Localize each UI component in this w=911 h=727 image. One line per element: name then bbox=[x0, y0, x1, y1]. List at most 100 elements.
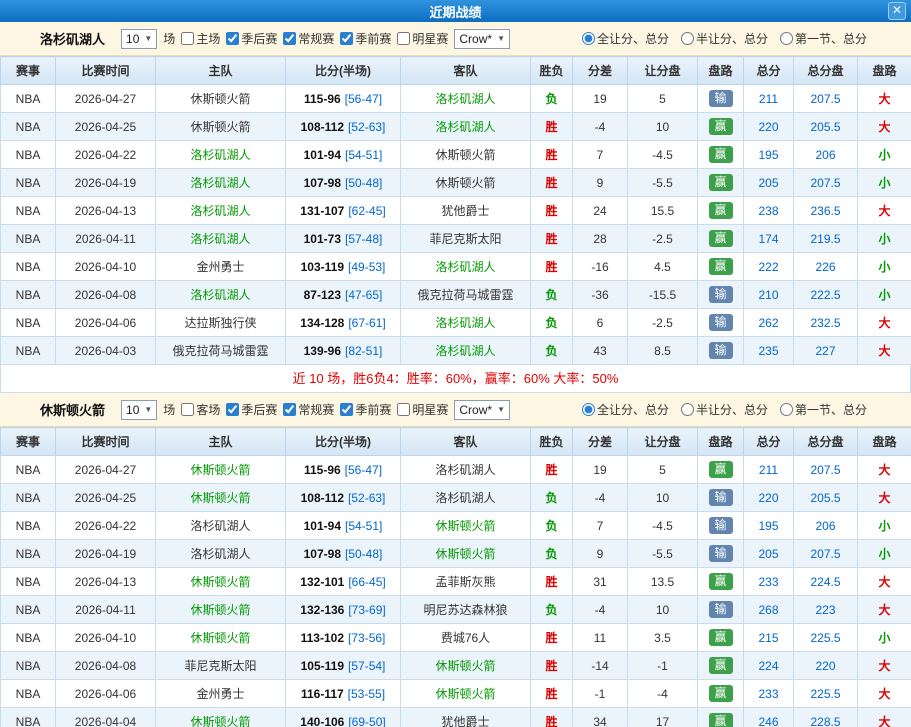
away-team-cell: 费城76人 bbox=[401, 624, 531, 652]
filter-checkbox[interactable]: 季前赛 bbox=[340, 30, 391, 47]
handicap-line-cell: 3.5 bbox=[628, 624, 698, 652]
win-lose-cell: 负 bbox=[531, 309, 573, 337]
column-header: 赛事 bbox=[1, 428, 56, 456]
table-row: NBA2026-04-22洛杉矶湖人101-94[54-51]休斯顿火箭负7-4… bbox=[1, 512, 911, 540]
filter-checkbox[interactable]: 客场 bbox=[181, 401, 220, 418]
odds-type-radio[interactable]: 第一节、总分 bbox=[780, 30, 867, 47]
column-header: 主队 bbox=[156, 57, 286, 85]
total-line-cell: 223 bbox=[794, 596, 858, 624]
handicap-result-cell: 赢 bbox=[698, 568, 744, 596]
away-team-cell: 洛杉矶湖人 bbox=[401, 484, 531, 512]
filter-checkbox[interactable]: 明星赛 bbox=[397, 401, 448, 418]
handicap-result-badge: 输 bbox=[709, 286, 733, 303]
league-cell: NBA bbox=[1, 169, 56, 197]
date-cell: 2026-04-03 bbox=[56, 337, 156, 365]
view-mode-select[interactable]: Crow*▼ bbox=[454, 400, 510, 420]
handicap-result-cell: 赢 bbox=[698, 652, 744, 680]
games-count-select[interactable]: 10▼ bbox=[121, 29, 157, 49]
filter-checkbox[interactable]: 主场 bbox=[181, 30, 220, 47]
league-cell: NBA bbox=[1, 225, 56, 253]
date-cell: 2026-04-19 bbox=[56, 169, 156, 197]
checkbox-input[interactable] bbox=[340, 32, 353, 45]
checkbox-input[interactable] bbox=[226, 403, 239, 416]
checkbox-input[interactable] bbox=[181, 32, 194, 45]
handicap-line-cell: -4 bbox=[628, 680, 698, 708]
away-team-cell: 休斯顿火箭 bbox=[401, 512, 531, 540]
odds-type-radio[interactable]: 半让分、总分 bbox=[681, 30, 768, 47]
score-cell: 140-106[69-50] bbox=[286, 708, 401, 727]
radio-input[interactable] bbox=[582, 403, 595, 416]
full-score: 115-96 bbox=[304, 463, 341, 477]
total-points-cell: 268 bbox=[744, 596, 794, 624]
column-header: 客队 bbox=[401, 428, 531, 456]
half-score: [57-54] bbox=[348, 659, 385, 673]
home-team-cell: 洛杉矶湖人 bbox=[156, 512, 286, 540]
radio-input[interactable] bbox=[780, 32, 793, 45]
filter-bar: 休斯顿火箭10▼场客场季后赛常规赛季前赛明星赛Crow*▼全让分、总分半让分、总… bbox=[0, 393, 911, 427]
checkbox-label: 明星赛 bbox=[412, 401, 448, 418]
column-header: 盘路 bbox=[698, 428, 744, 456]
total-points-cell: 224 bbox=[744, 652, 794, 680]
filter-checkbox[interactable]: 常规赛 bbox=[283, 401, 334, 418]
handicap-line-cell: 10 bbox=[628, 484, 698, 512]
filter-checkbox[interactable]: 常规赛 bbox=[283, 30, 334, 47]
table-row: NBA2026-04-25休斯顿火箭108-112[52-63]洛杉矶湖人胜-4… bbox=[1, 113, 911, 141]
odds-type-radio[interactable]: 半让分、总分 bbox=[681, 401, 768, 418]
win-lose-cell: 负 bbox=[531, 281, 573, 309]
filter-checkbox[interactable]: 季后赛 bbox=[226, 30, 277, 47]
handicap-result-badge: 赢 bbox=[709, 713, 733, 727]
league-cell: NBA bbox=[1, 85, 56, 113]
total-points-cell: 262 bbox=[744, 309, 794, 337]
home-team-cell: 达拉斯独行侠 bbox=[156, 309, 286, 337]
radio-label: 半让分、总分 bbox=[696, 401, 768, 418]
score-cell: 113-102[73-56] bbox=[286, 624, 401, 652]
radio-input[interactable] bbox=[780, 403, 793, 416]
score-cell: 108-112[52-63] bbox=[286, 484, 401, 512]
radio-input[interactable] bbox=[681, 32, 694, 45]
chevron-down-icon: ▼ bbox=[497, 405, 505, 414]
filter-checkbox[interactable]: 季前赛 bbox=[340, 401, 391, 418]
date-cell: 2026-04-11 bbox=[56, 225, 156, 253]
games-count-value: 10 bbox=[126, 403, 139, 417]
filter-checkbox[interactable]: 季后赛 bbox=[226, 401, 277, 418]
point-diff-cell: 19 bbox=[573, 85, 628, 113]
odds-type-radio[interactable]: 第一节、总分 bbox=[780, 401, 867, 418]
checkbox-input[interactable] bbox=[226, 32, 239, 45]
over-under-cell: 大 bbox=[858, 85, 911, 113]
close-icon[interactable]: ✕ bbox=[888, 2, 906, 20]
chevron-down-icon: ▼ bbox=[144, 34, 152, 43]
score-cell: 107-98[50-48] bbox=[286, 540, 401, 568]
games-unit-label: 场 bbox=[163, 401, 175, 418]
radio-input[interactable] bbox=[582, 32, 595, 45]
view-mode-select[interactable]: Crow*▼ bbox=[454, 29, 510, 49]
point-diff-cell: 9 bbox=[573, 540, 628, 568]
checkbox-input[interactable] bbox=[283, 32, 296, 45]
total-points-cell: 205 bbox=[744, 169, 794, 197]
half-score: [73-56] bbox=[348, 631, 385, 645]
odds-type-radio[interactable]: 全让分、总分 bbox=[582, 401, 669, 418]
handicap-line-cell: -1 bbox=[628, 652, 698, 680]
total-line-cell: 227 bbox=[794, 337, 858, 365]
checkbox-input[interactable] bbox=[397, 32, 410, 45]
table-row: NBA2026-04-13休斯顿火箭132-101[66-45]孟菲斯灰熊胜31… bbox=[1, 568, 911, 596]
odds-type-radio[interactable]: 全让分、总分 bbox=[582, 30, 669, 47]
table-row: NBA2026-04-11洛杉矶湖人101-73[57-48]菲尼克斯太阳胜28… bbox=[1, 225, 911, 253]
checkbox-input[interactable] bbox=[283, 403, 296, 416]
checkbox-input[interactable] bbox=[397, 403, 410, 416]
score-cell: 103-119[49-53] bbox=[286, 253, 401, 281]
point-diff-cell: -14 bbox=[573, 652, 628, 680]
checkbox-input[interactable] bbox=[340, 403, 353, 416]
handicap-result-badge: 赢 bbox=[709, 685, 733, 702]
games-count-select[interactable]: 10▼ bbox=[121, 400, 157, 420]
handicap-result-cell: 赢 bbox=[698, 253, 744, 281]
checkbox-input[interactable] bbox=[181, 403, 194, 416]
total-points-cell: 215 bbox=[744, 624, 794, 652]
table-row: NBA2026-04-22洛杉矶湖人101-94[54-51]休斯顿火箭胜7-4… bbox=[1, 141, 911, 169]
handicap-line-cell: 8.5 bbox=[628, 337, 698, 365]
handicap-result-cell: 输 bbox=[698, 85, 744, 113]
half-score: [49-53] bbox=[348, 260, 385, 274]
handicap-line-cell: 17 bbox=[628, 708, 698, 727]
league-cell: NBA bbox=[1, 596, 56, 624]
radio-input[interactable] bbox=[681, 403, 694, 416]
filter-checkbox[interactable]: 明星赛 bbox=[397, 30, 448, 47]
